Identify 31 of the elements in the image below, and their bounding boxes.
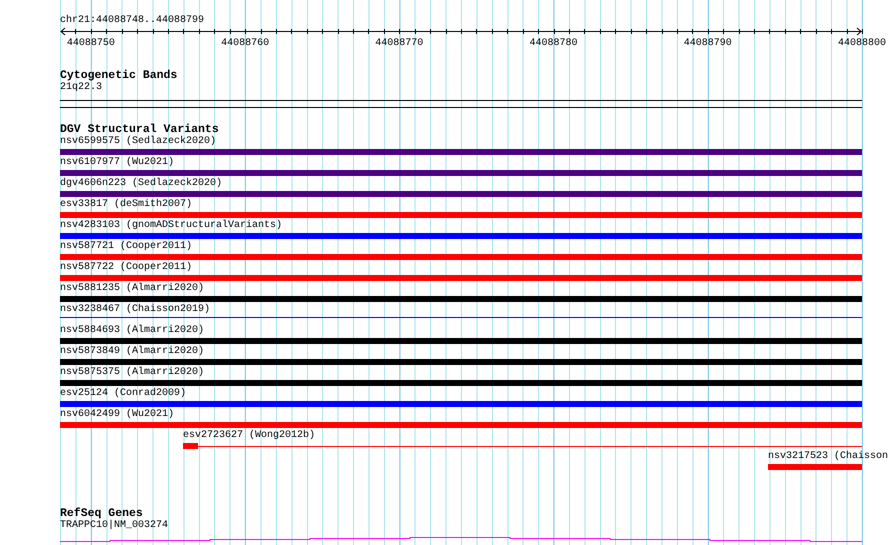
variant-label[interactable]: nsv5881235 (Almarri2020)	[60, 283, 204, 295]
variant-label[interactable]: nsv587721 (Cooper2011)	[60, 241, 192, 253]
variant-line[interactable]	[60, 317, 862, 318]
variant-label[interactable]: esv33817 (deSmith2007)	[60, 199, 192, 211]
variant-label[interactable]: nsv6107977 (Wu2021)	[60, 157, 174, 169]
variant-bar[interactable]	[183, 443, 862, 449]
variant-label[interactable]: nsv4283103 (gnomADStructuralVariants)	[60, 220, 282, 232]
variant-label[interactable]: nsv3238467 (Chaisson2019)	[60, 304, 210, 316]
variant-label[interactable]: esv25124 (Conrad2009)	[60, 388, 186, 400]
variant-label[interactable]: nsv587722 (Cooper2011)	[60, 262, 192, 274]
tick-label: 44088790	[684, 38, 732, 49]
variant-label[interactable]: nsv6042499 (Wu2021)	[60, 409, 174, 421]
tick-label: 44088800	[838, 38, 886, 49]
variant-label[interactable]: nsv3217523 (Chaisson	[768, 451, 888, 463]
variant-label[interactable]: dgv4606n223 (Sedlazeck2020)	[60, 178, 222, 190]
tick-label: 44088750	[66, 38, 115, 49]
ruler-location: chr21:44088748..44088799	[60, 15, 206, 27]
gene-line[interactable]	[60, 535, 862, 543]
variant-label[interactable]: nsv5884693 (Almarri2020)	[60, 325, 204, 337]
variant-label[interactable]: esv2723627 (Wong2012b)	[183, 430, 316, 442]
variant-label[interactable]: nsv5875375 (Almarri2020)	[60, 367, 204, 379]
band-label: 21q22.3	[60, 82, 104, 94]
variant-label[interactable]: nsv5873849 (Almarri2020)	[60, 346, 204, 358]
track-title: DGV Structural Variants	[60, 123, 220, 136]
variant-label[interactable]: nsv6599575 (Sedlazeck2020)	[60, 136, 216, 148]
tick-label: 44088780	[530, 38, 578, 49]
tick-label: 44088770	[375, 38, 424, 49]
tick-label: 44088760	[221, 38, 270, 49]
track-title: Cytogenetic Bands	[60, 69, 178, 82]
track-title: RefSeq Genes	[60, 507, 143, 520]
gene-label[interactable]: TRAPPC10|NM_003274	[60, 520, 862, 532]
